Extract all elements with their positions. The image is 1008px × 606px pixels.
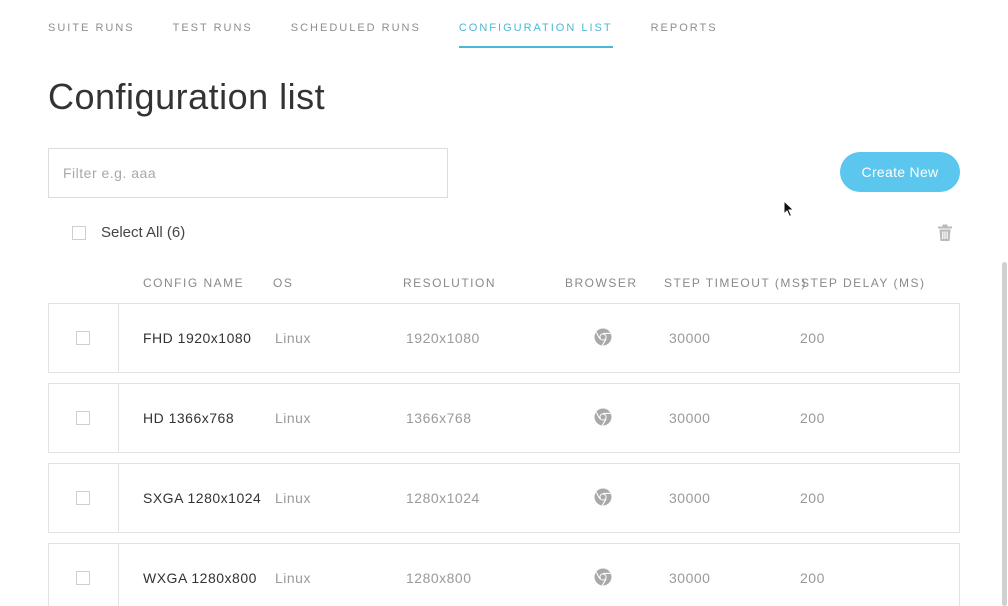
tab-suite-runs[interactable]: SUITE RUNS [48, 22, 135, 48]
header-config-name[interactable]: CONFIG NAME [143, 276, 244, 290]
config-resolution: 1920x1080 [406, 330, 480, 346]
scrollbar[interactable] [1002, 262, 1007, 606]
chrome-icon [594, 568, 612, 586]
filter-input[interactable] [48, 148, 448, 198]
row-checkbox-cell [49, 304, 119, 372]
tab-test-runs[interactable]: TEST RUNS [173, 22, 253, 48]
config-name: SXGA 1280x1024 [143, 490, 262, 506]
config-resolution: 1280x1024 [406, 490, 480, 506]
table-row[interactable]: HD 1366x768 Linux 1366x768 30000 200 [48, 383, 960, 453]
config-step-timeout: 30000 [669, 410, 711, 426]
config-name: FHD 1920x1080 [143, 330, 252, 346]
table-row[interactable]: FHD 1920x1080 Linux 1920x1080 30000 200 [48, 303, 960, 373]
config-step-delay: 200 [800, 330, 825, 346]
select-all-checkbox[interactable] [72, 225, 86, 240]
top-nav: SUITE RUNS TEST RUNS SCHEDULED RUNS CONF… [48, 22, 756, 48]
header-os[interactable]: OS [273, 276, 293, 290]
mouse-cursor-icon [783, 200, 795, 218]
header-resolution[interactable]: RESOLUTION [403, 276, 496, 290]
row-checkbox[interactable] [76, 491, 90, 505]
chrome-icon [594, 328, 612, 346]
row-checkbox-cell [49, 464, 119, 532]
table-header: CONFIG NAME OS RESOLUTION BROWSER STEP T… [0, 276, 1008, 292]
select-all-label[interactable]: Select All (6) [101, 224, 185, 241]
config-resolution: 1366x768 [406, 410, 472, 426]
trash-icon[interactable] [936, 224, 954, 242]
row-checkbox[interactable] [76, 411, 90, 425]
select-all: Select All (6) [72, 224, 185, 241]
config-step-delay: 200 [800, 410, 825, 426]
chrome-icon [594, 408, 612, 426]
config-step-timeout: 30000 [669, 570, 711, 586]
tab-configuration-list[interactable]: CONFIGURATION LIST [458, 22, 613, 48]
table-row[interactable]: SXGA 1280x1024 Linux 1280x1024 30000 200 [48, 463, 960, 533]
config-os: Linux [275, 330, 311, 346]
tab-reports[interactable]: REPORTS [651, 22, 718, 48]
row-checkbox[interactable] [76, 331, 90, 345]
config-resolution: 1280x800 [406, 570, 472, 586]
config-os: Linux [275, 570, 311, 586]
config-name: HD 1366x768 [143, 410, 235, 426]
config-step-timeout: 30000 [669, 330, 711, 346]
table-row[interactable]: WXGA 1280x800 Linux 1280x800 30000 200 [48, 543, 960, 606]
chrome-icon [594, 488, 612, 506]
page-title: Configuration list [48, 76, 326, 117]
row-checkbox-cell [49, 544, 119, 606]
config-step-timeout: 30000 [669, 490, 711, 506]
header-step-delay[interactable]: STEP DELAY (MS) [801, 276, 926, 290]
header-browser[interactable]: BROWSER [565, 276, 638, 290]
config-name: WXGA 1280x800 [143, 570, 257, 586]
config-step-delay: 200 [800, 490, 825, 506]
create-new-button[interactable]: Create New [840, 152, 960, 192]
config-step-delay: 200 [800, 570, 825, 586]
row-checkbox-cell [49, 384, 119, 452]
config-os: Linux [275, 410, 311, 426]
config-os: Linux [275, 490, 311, 506]
header-step-timeout[interactable]: STEP TIMEOUT (MS) [664, 276, 807, 290]
row-checkbox[interactable] [76, 571, 90, 585]
tab-scheduled-runs[interactable]: SCHEDULED RUNS [291, 22, 421, 48]
